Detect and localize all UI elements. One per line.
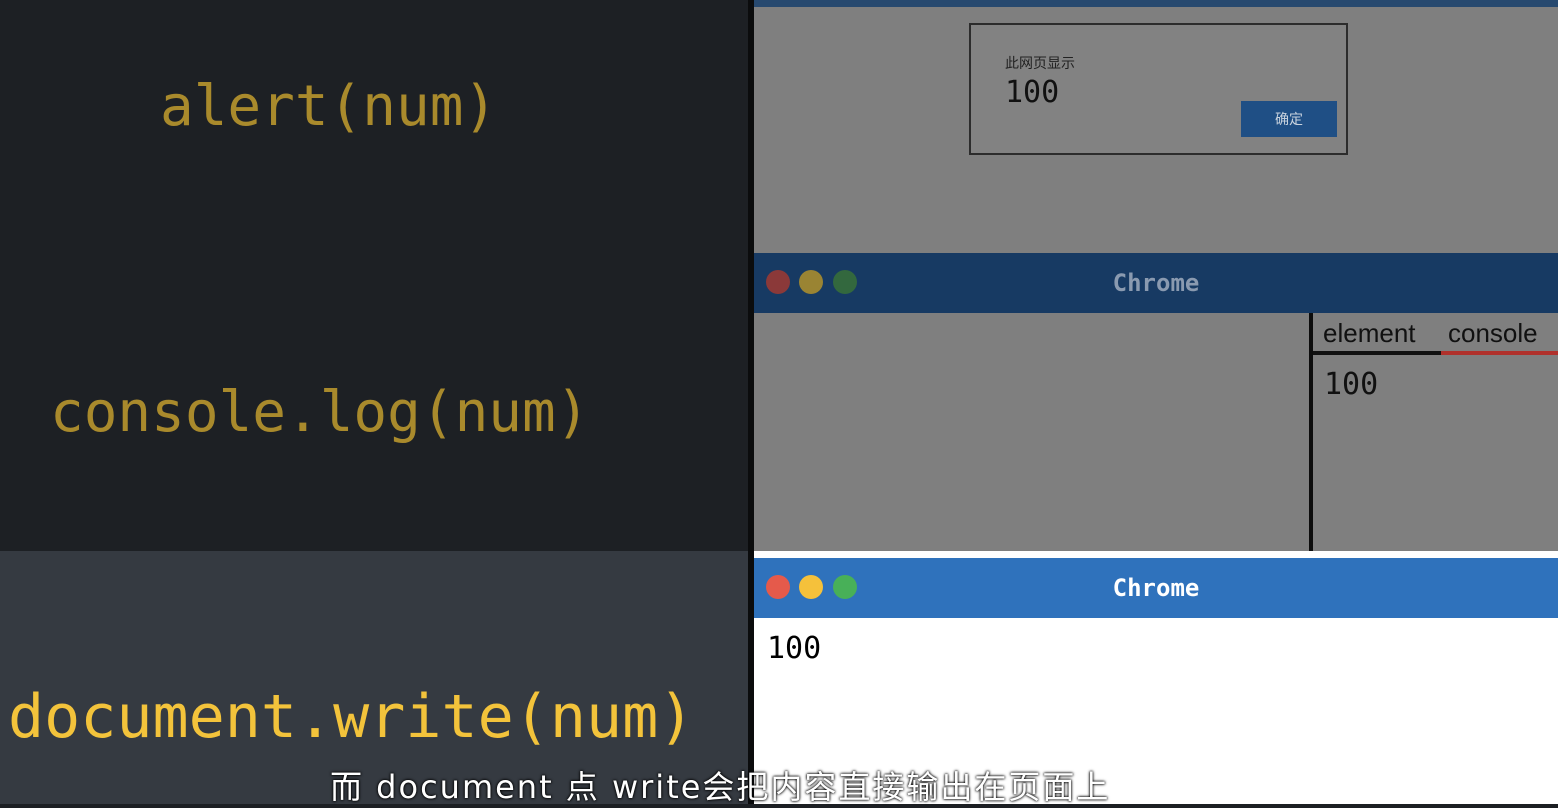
devtools-tabs: element console: [1313, 313, 1558, 355]
page-output: 100: [767, 631, 822, 666]
video-subtitle: 而 document 点 write会把内容直接输出在页面上: [330, 768, 1111, 806]
code-alert: alert(num): [160, 74, 498, 139]
tab-divider-line: [1313, 351, 1441, 355]
devtools-browser-titlebar: Chrome: [754, 253, 1558, 313]
alert-dialog-value: 100: [1005, 75, 1060, 110]
alert-dialog-title: 此网页显示: [1005, 56, 1075, 72]
code-console-log: console.log(num): [50, 380, 590, 445]
active-tab-indicator: [1441, 351, 1558, 355]
tab-console[interactable]: console: [1448, 318, 1538, 349]
code-panel: alert(num) console.log(num) document.wri…: [0, 0, 748, 804]
alert-ok-button[interactable]: 确定: [1241, 101, 1337, 137]
browser-illustrations: 此网页显示 100 确定 Chrome element console 100 …: [754, 0, 1558, 804]
console-output: 100: [1324, 367, 1379, 402]
window-gap: [754, 551, 1558, 558]
tab-element[interactable]: element: [1323, 318, 1416, 349]
window-title: Chrome: [1112, 269, 1200, 297]
window-title: Chrome: [1112, 574, 1200, 602]
alert-dialog: 此网页显示 100 确定: [969, 23, 1348, 155]
page-browser-titlebar: Chrome: [754, 558, 1558, 618]
code-document-write: document.write(num): [8, 682, 695, 752]
alert-browser-titlebar: [754, 0, 1558, 7]
